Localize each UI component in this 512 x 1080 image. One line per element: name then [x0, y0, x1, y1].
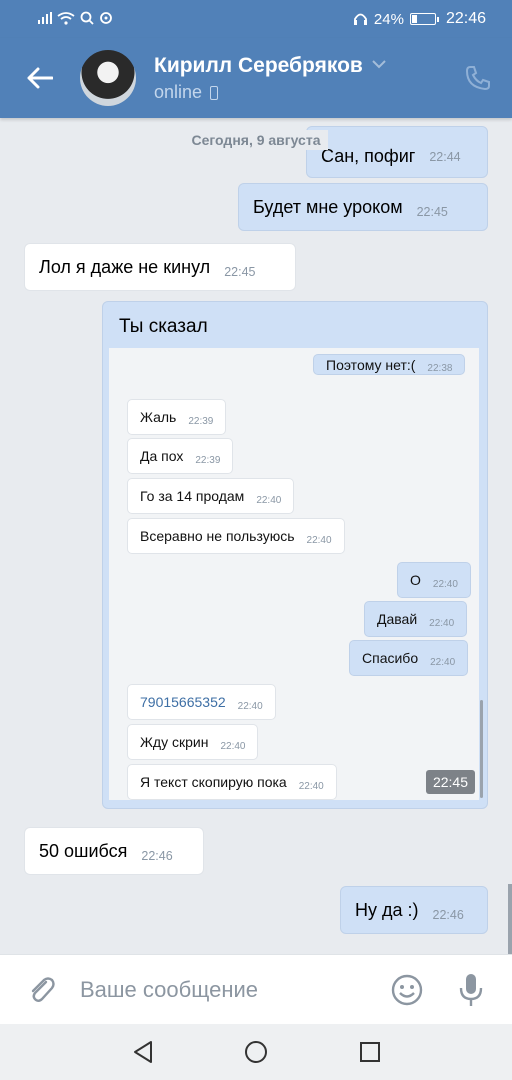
status-icons-right: 24% 22:46: [353, 10, 486, 28]
smile-icon: [391, 974, 423, 1006]
forwarded-item[interactable]: Всеравно не пользуюсь 22:40: [127, 518, 345, 554]
forwarded-item[interactable]: Жаль 22:39: [127, 399, 227, 435]
forwarded-item[interactable]: Го за 14 продам 22:40: [127, 478, 295, 514]
message-text: Го за 14 продам: [140, 488, 245, 504]
square-recent-icon: [360, 1042, 380, 1062]
chevron-down-icon[interactable]: [372, 56, 386, 72]
back-button[interactable]: [22, 60, 58, 96]
wifi-icon: [57, 11, 75, 25]
phone-icon: [465, 66, 490, 91]
chat-area[interactable]: Сан, пофиг 22:44 Сегодня, 9 августа Буде…: [0, 118, 512, 954]
call-button[interactable]: [464, 64, 492, 92]
mobile-icon: [210, 85, 219, 100]
forwarded-item[interactable]: Спасибо 22:40: [349, 640, 469, 676]
message-time: 22:40: [237, 700, 263, 712]
forwarded-item[interactable]: Я текст скопирую пока 22:40: [127, 764, 337, 800]
message-time: 22:44: [429, 150, 461, 164]
message-text: Всеравно не пользуюсь: [140, 528, 295, 544]
clock: 22:46: [445, 10, 486, 27]
nav-home-button[interactable]: [242, 1038, 270, 1066]
contact-name[interactable]: Кирилл Серебряков: [154, 54, 363, 78]
forwarded-time-badge: 22:45: [425, 770, 475, 794]
forwarded-item[interactable]: Да пох 22:39: [127, 438, 234, 474]
message-text: Поэтому нет:(: [326, 356, 416, 373]
avatar[interactable]: [80, 50, 136, 106]
date-text: Сегодня, 9 августа: [183, 130, 329, 150]
online-label: online: [154, 82, 203, 102]
nav-back-button[interactable]: [130, 1038, 158, 1066]
arrow-left-icon: [27, 67, 53, 89]
forwarded-messages[interactable]: Ты сказал Поэтому нет:( 22:38 Жаль 22:39 Д…: [102, 301, 488, 809]
forwarded-scrollbar[interactable]: [480, 700, 483, 798]
message-time: 22:46: [432, 908, 464, 922]
phone-number-link[interactable]: 79015665352: [140, 694, 226, 710]
message-composer: [0, 954, 512, 1024]
message-time: 22:40: [298, 780, 324, 792]
contact-status: online: [154, 82, 219, 103]
message-text: Да пох: [140, 448, 184, 464]
paperclip-icon: [31, 977, 55, 1002]
message-time: 22:40: [306, 534, 332, 546]
message-text: Я текст скопирую пока: [140, 774, 287, 790]
message-time: 22:40: [256, 494, 282, 506]
message-time: 22:45: [416, 205, 448, 219]
forwarded-list[interactable]: Поэтому нет:( 22:38 Жаль 22:39 Да пох 22:39…: [109, 348, 479, 800]
message-time: 22:38: [427, 363, 453, 374]
status-bar: 24% 22:46: [0, 0, 512, 38]
message-time: 22:40: [220, 740, 246, 752]
search-icon: [80, 11, 94, 25]
triangle-back-icon: [134, 1041, 152, 1063]
battery-fill: [411, 15, 417, 23]
headphones-icon: [353, 13, 367, 25]
message-text: 50 ошибся: [39, 840, 128, 861]
message-time: 22:40: [429, 617, 455, 629]
message-incoming[interactable]: 50 ошибся 22:46: [24, 827, 204, 875]
message-time: 22:46: [141, 849, 173, 863]
message-time: 22:45: [224, 265, 256, 279]
forwarded-item[interactable]: Жду скрин 22:40: [127, 724, 259, 760]
message-time: 22:39: [195, 454, 221, 466]
battery-icon: [409, 13, 439, 25]
nav-recent-button[interactable]: [356, 1038, 384, 1066]
status-icons-left: [38, 11, 113, 25]
forwarded-item[interactable]: Давай 22:40: [364, 601, 468, 637]
forwarded-item[interactable]: Поэтому нет:( 22:38: [313, 354, 466, 375]
signal-icon: [38, 12, 52, 24]
chat-scrollbar[interactable]: [508, 884, 512, 954]
voice-message-button[interactable]: [454, 971, 488, 1009]
message-time: 22:40: [432, 578, 458, 590]
attach-button[interactable]: [24, 973, 58, 1007]
message-text: Жду скрин: [140, 734, 209, 750]
message-outgoing[interactable]: Ну да :) 22:46: [340, 886, 488, 934]
system-nav-bar: [0, 1024, 512, 1080]
forwarded-item[interactable]: 79015665352 22:40: [127, 684, 276, 720]
forwarded-item[interactable]: О 22:40: [397, 562, 471, 598]
message-text: Будет мне уроком: [253, 196, 403, 217]
message-outgoing[interactable]: Будет мне уроком 22:45: [238, 183, 488, 231]
message-text: Ну да :): [355, 899, 419, 920]
message-input[interactable]: [80, 973, 370, 1007]
message-text: Спасибо: [362, 650, 419, 666]
battery-percent: 24%: [373, 10, 404, 28]
emoji-button[interactable]: [390, 973, 424, 1007]
message-text: Лол я даже не кинул: [39, 256, 211, 277]
message-incoming[interactable]: Лол я даже не кинул 22:45: [24, 243, 296, 291]
message-text: Жаль: [140, 409, 177, 425]
microphone-icon: [459, 974, 483, 1006]
message-text: Давай: [377, 611, 418, 627]
message-time: 22:39: [188, 415, 214, 427]
message-time: 22:40: [430, 656, 456, 668]
message-text: О: [410, 572, 421, 588]
date-separator: Сегодня, 9 августа: [0, 130, 512, 150]
forwarded-title: Ты сказал: [119, 316, 208, 337]
circle-home-icon: [245, 1041, 267, 1063]
sync-icon: [100, 12, 112, 24]
chat-header: Кирилл Серебряков online: [0, 38, 512, 118]
message-text: Сан, пофиг: [321, 145, 416, 166]
